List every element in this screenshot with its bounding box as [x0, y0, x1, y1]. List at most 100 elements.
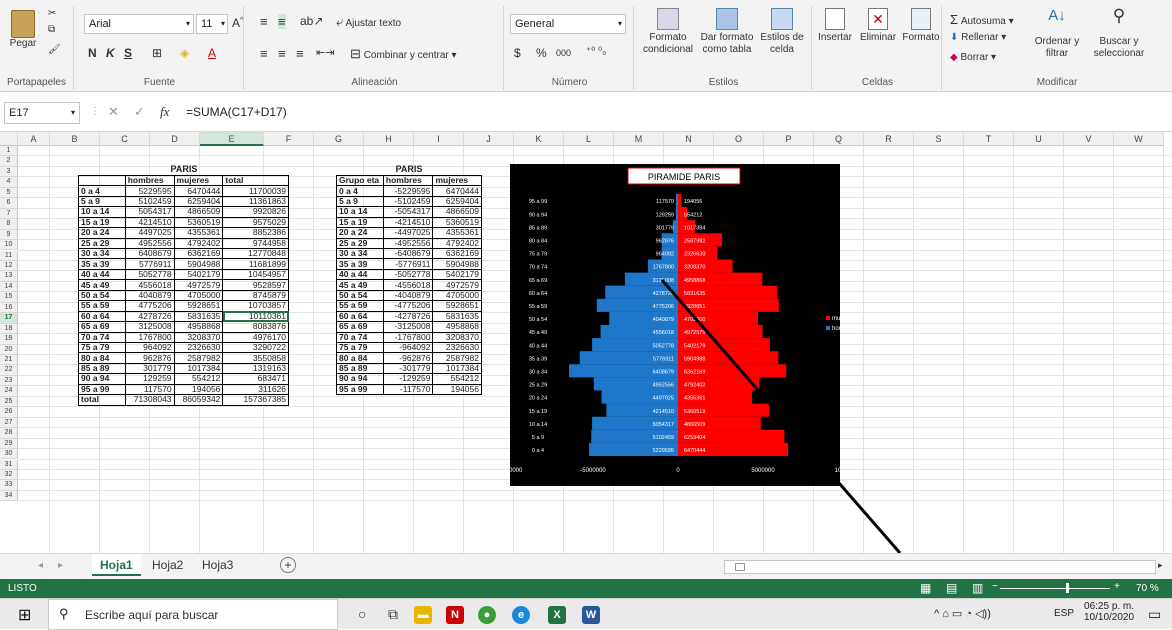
conditional-format-button[interactable]: Formato condicional [638, 8, 698, 56]
align-right-icon[interactable]: ≡ [296, 46, 304, 61]
worksheet-grid[interactable]: ABCDEFGHIJKLMNOPQRSTUVW 1 2 3 4 5 6 7 8 9 10 11 12 1… [0, 132, 1172, 553]
task-view-icon[interactable]: ⧉ [388, 606, 398, 623]
file-explorer-icon[interactable]: ▬ [414, 606, 432, 624]
insert-function-icon[interactable]: fx [160, 104, 169, 120]
paste-label: Pegar [9, 38, 37, 49]
format-painter-icon[interactable]: 🖌 [48, 44, 61, 55]
next-sheet-icon[interactable]: ▸ [58, 560, 63, 571]
insert-button[interactable]: Insertar [814, 8, 856, 44]
alignment-group-label: Alineación [351, 77, 398, 88]
add-sheet-button[interactable]: + [280, 557, 296, 573]
enter-icon[interactable]: ✓ [134, 104, 145, 120]
number-format-select[interactable]: General ▾ [510, 14, 626, 34]
cancel-icon[interactable]: ✕ [108, 104, 119, 120]
prev-sheet-icon[interactable]: ◂ [38, 560, 43, 571]
indent-icon[interactable]: ⇤⇥ [316, 46, 334, 59]
merge-center-button[interactable]: ⊟ Combinar y centrar ▾ [350, 46, 457, 62]
zoom-in-icon[interactable]: + [1114, 581, 1120, 592]
decimal-icon[interactable]: ⁺⁰ ⁰₀ [586, 46, 606, 57]
clear-button[interactable]: ◆ Borrar ▾ [950, 52, 996, 63]
alignment-group: ≡ ≡ ab↗ ⤶ Ajustar texto ≡ ≡ ≡ ⇤⇥ ⊟ Combi… [246, 6, 504, 90]
currency-button[interactable]: $ [514, 46, 521, 60]
sheet-tab[interactable]: Hoja3 [194, 554, 241, 576]
align-left-icon[interactable]: ≡ [260, 46, 268, 61]
name-box[interactable]: E17 ▾ [4, 102, 80, 124]
styles-group-label: Estilos [708, 77, 739, 88]
cell-styles-icon [771, 8, 793, 30]
insert-icon [825, 8, 845, 30]
align-center-icon[interactable]: ≡ [278, 46, 286, 61]
zoom-slider[interactable] [1000, 588, 1110, 589]
fill-button[interactable]: ⬇ Rellenar ▾ [950, 32, 1006, 43]
more-options-icon: ⋮ [90, 106, 100, 117]
horizontal-scrollbar[interactable] [724, 560, 1156, 574]
cells-group: Insertar ✕ Eliminar Formato Celdas [814, 6, 942, 90]
chrome-icon[interactable]: ● [478, 606, 496, 624]
conditional-format-icon [657, 8, 679, 30]
formula-input[interactable]: =SUMA(C17+D17) [182, 102, 1168, 124]
fill-color-icon[interactable]: ◈ [180, 46, 189, 60]
scroll-right-icon[interactable]: ▸ [1158, 560, 1163, 571]
delete-button[interactable]: ✕ Eliminar [856, 8, 900, 44]
netflix-icon[interactable]: N [446, 606, 464, 624]
sheet-tab[interactable]: Hoja2 [144, 554, 191, 576]
find-select-button[interactable]: ⚲ Buscar y seleccionar [1088, 7, 1150, 60]
cell-styles-button[interactable]: Estilos de celda [756, 8, 808, 56]
clipboard-group-label: Portapapeles [7, 77, 66, 88]
percent-button[interactable]: % [536, 46, 547, 60]
taskbar: ⊞ ⚲ Escribe aquí para buscar ○ ⧉ ▬ N ● e… [0, 598, 1172, 630]
orientation-icon[interactable]: ab↗ [300, 14, 323, 28]
align-middle-icon[interactable]: ≡ [278, 14, 286, 29]
normal-view-icon[interactable]: ▦ [920, 581, 931, 595]
format-button[interactable]: Formato [900, 8, 942, 44]
taskbar-search[interactable]: ⚲ Escribe aquí para buscar [48, 599, 338, 630]
status-text: LISTO [8, 583, 37, 594]
sort-icon: A↓ [1048, 7, 1066, 24]
page-break-icon[interactable]: ▥ [972, 581, 983, 595]
font-color-icon[interactable]: A [208, 46, 216, 60]
paste-button[interactable]: Pegar [4, 10, 42, 50]
thousands-button[interactable]: 000 [556, 48, 571, 58]
grow-font-icon[interactable]: A^ [232, 16, 243, 30]
clock[interactable]: 06:25 p. m. 10/10/2020 [1084, 601, 1134, 623]
borders-icon[interactable]: ⊞ [152, 46, 162, 60]
edge-icon[interactable]: e [512, 606, 530, 624]
page-layout-icon[interactable]: ▤ [946, 581, 957, 595]
clipboard-group: Pegar ✂ ⧉ 🖌 Portapapeles [0, 6, 74, 90]
wrap-text-button[interactable]: ⤶ Ajustar texto [336, 14, 401, 30]
excel-icon[interactable]: X [548, 606, 566, 624]
delete-icon: ✕ [868, 8, 888, 30]
autosum-button[interactable]: Σ Autosuma ▾ [950, 12, 1014, 27]
clock-time: 06:25 p. m. [1084, 601, 1135, 612]
bold-button[interactable]: N [88, 46, 97, 60]
arrow-line [660, 279, 902, 553]
format-table-button[interactable]: Dar formato como tabla [700, 8, 754, 56]
zoom-thumb[interactable] [1066, 583, 1069, 593]
notifications-icon[interactable]: ▭ [1148, 606, 1161, 623]
system-tray-icons[interactable]: ^ ⌂ ▭ ◔ ◁)) [934, 607, 991, 620]
windows-start-icon[interactable]: ⊞ [18, 605, 31, 625]
language-indicator[interactable]: ESP [1054, 608, 1074, 619]
zoom-out-icon[interactable]: − [992, 581, 998, 592]
editing-group: Σ Autosuma ▾ ⬇ Rellenar ▾ ◆ Borrar ▾ A↓ O… [944, 6, 1170, 90]
editing-group-label: Modificar [1036, 77, 1078, 88]
font-size-select[interactable]: 11 ▾ [196, 14, 228, 34]
underline-button[interactable]: S [124, 46, 132, 60]
word-icon[interactable]: W [582, 606, 600, 624]
search-icon: ⚲ [59, 606, 69, 621]
cut-icon[interactable]: ✂ [48, 8, 56, 19]
number-group: General ▾ $ % 000 ⁺⁰ ⁰₀ Número [506, 6, 634, 90]
scroll-thumb[interactable] [735, 563, 745, 571]
font-name-select[interactable]: Arial ▾ [84, 14, 194, 34]
font-group-label: Fuente [143, 77, 176, 88]
clock-date: 10/10/2020 [1084, 612, 1135, 623]
zoom-level[interactable]: 70 % [1136, 583, 1159, 594]
cortana-icon[interactable]: ○ [358, 606, 366, 622]
italic-button[interactable]: K [106, 46, 115, 60]
styles-group: Formato condicional Dar formato como tab… [636, 6, 812, 90]
clipboard-icon [11, 10, 35, 38]
copy-icon[interactable]: ⧉ [48, 24, 55, 35]
sort-filter-button[interactable]: A↓ Ordenar y filtrar [1028, 7, 1086, 60]
align-top-icon[interactable]: ≡ [260, 14, 268, 29]
sheet-tab[interactable]: Hoja1 [92, 554, 141, 576]
